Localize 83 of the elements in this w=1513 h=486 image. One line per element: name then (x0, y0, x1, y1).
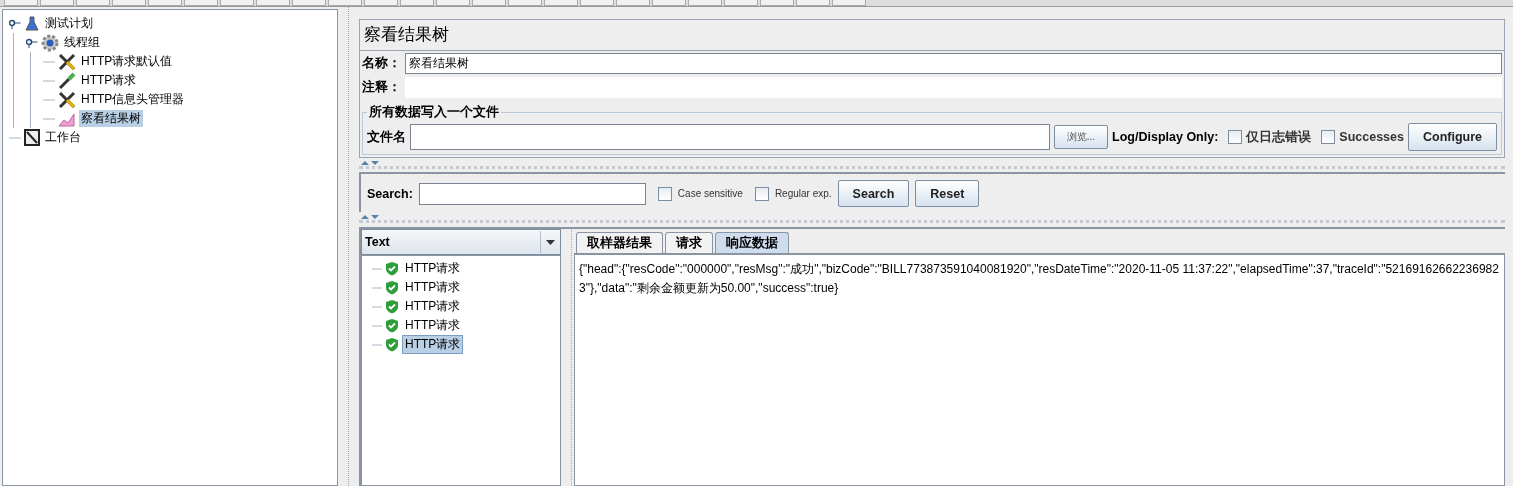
toolbar-button[interactable] (508, 0, 542, 6)
tree-line-icon (372, 286, 382, 289)
toolbar-button[interactable] (652, 0, 686, 6)
toolbar-button[interactable] (724, 0, 758, 6)
checkbox[interactable] (657, 186, 672, 201)
toolbar-button[interactable] (40, 0, 74, 6)
toolbar-button[interactable] (220, 0, 254, 6)
notebook-icon (24, 129, 40, 146)
search-button[interactable]: Search (837, 180, 910, 207)
field-label: Log/Display Only: (1112, 130, 1219, 144)
checkbox[interactable] (1228, 130, 1243, 144)
tree-item[interactable]: HTTP信息头管理器 (79, 91, 187, 108)
tab[interactable]: 请求 (665, 232, 713, 253)
pipette-icon (58, 71, 76, 90)
result-item[interactable]: HTTP请求 (402, 259, 464, 278)
toolbar-button[interactable] (4, 0, 38, 6)
tree-item[interactable]: 察看结果树 (79, 110, 143, 127)
field-label: Search: (367, 186, 413, 201)
expand-handle-icon[interactable] (9, 18, 21, 29)
reset-button[interactable]: Reset (915, 180, 980, 207)
collapse-arrows-icon[interactable] (361, 214, 379, 220)
checkbox-label: 仅日志错误 (1246, 128, 1312, 146)
tree-line-icon (372, 267, 382, 270)
tree-line-icon (372, 343, 382, 346)
toolbar-button[interactable] (256, 0, 290, 6)
field-label: 文件名 (367, 128, 406, 146)
toolbar-button[interactable] (832, 0, 866, 6)
search-field[interactable] (418, 182, 646, 205)
tree-line-icon (43, 60, 55, 63)
toolbar-button[interactable] (544, 0, 578, 6)
renderer-dropdown[interactable]: Text (361, 229, 561, 255)
tools-icon (58, 52, 76, 71)
filename-field[interactable] (410, 124, 1050, 150)
name-field[interactable]: 察看结果树 (405, 53, 1502, 74)
toolbar-button[interactable] (184, 0, 218, 6)
toolbar-button[interactable] (400, 0, 434, 6)
expand-handle-icon[interactable] (26, 37, 38, 48)
toolbar-button[interactable] (292, 0, 326, 6)
toolbar-button[interactable] (112, 0, 146, 6)
tab[interactable]: 响应数据 (715, 232, 789, 253)
configure-button[interactable]: Configure (1407, 123, 1497, 151)
tree-item[interactable]: HTTP请求默认值 (79, 53, 175, 70)
tree-item[interactable]: 测试计划 (43, 15, 95, 32)
tree-item[interactable]: 工作台 (43, 129, 83, 146)
response-text: {"head":{"resCode":"000000","resMsg":"成功","bizCode":"BILL773873591040081920","resDateTime":"2020-11-05 11:37:22","elapsedTime":37,"traceId":"521691626622369823"},"data":"剩余金额更新为50.00","success":true} (574, 253, 1505, 486)
toolbar-button[interactable] (328, 0, 362, 6)
result-item[interactable]: HTTP请求 (402, 297, 464, 316)
tree-line-icon (43, 117, 55, 120)
panel-title: 察看结果树 (359, 19, 1505, 50)
field-label: 注释： (362, 79, 401, 96)
checkbox-label: Successes (1339, 130, 1404, 144)
gear-icon (41, 33, 59, 52)
result-item[interactable]: HTTP请求 (402, 278, 464, 297)
tree-item[interactable]: 线程组 (62, 34, 102, 51)
toolbar-button[interactable] (76, 0, 110, 6)
toolbar-button[interactable] (580, 0, 614, 6)
field-label: 名称： (362, 55, 401, 72)
collapse-arrows-icon[interactable] (361, 160, 379, 166)
checkbox-label: Case sensitive (677, 188, 743, 199)
tools-icon (58, 90, 76, 109)
toolbar-button[interactable] (616, 0, 650, 6)
toolbar-button[interactable] (148, 0, 182, 6)
toolbar-button[interactable] (436, 0, 470, 6)
tree-line-icon (43, 79, 55, 82)
tab[interactable]: 取样器结果 (576, 232, 663, 253)
checkbox-label: Regular exp. (774, 188, 832, 199)
toolbar-button[interactable] (364, 0, 398, 6)
result-item[interactable]: HTTP请求 (402, 316, 464, 335)
checkbox[interactable] (754, 186, 769, 201)
checkbox[interactable] (1321, 130, 1336, 144)
browse-button[interactable]: 浏览... (1053, 125, 1109, 149)
result-item[interactable]: HTTP请求 (402, 335, 464, 354)
toolbar-button[interactable] (760, 0, 794, 6)
tree-line-icon (372, 305, 382, 308)
toolbar-button[interactable] (688, 0, 722, 6)
toolbar-button[interactable] (472, 0, 506, 6)
tree-line-icon (43, 98, 55, 101)
group-title: 所有数据写入一个文件 (368, 104, 500, 121)
tree-line-icon (372, 324, 382, 327)
flask-icon (24, 15, 40, 32)
toolbar-button[interactable] (796, 0, 830, 6)
tree-line-icon (9, 136, 21, 139)
tree-item[interactable]: HTTP请求 (79, 72, 139, 89)
